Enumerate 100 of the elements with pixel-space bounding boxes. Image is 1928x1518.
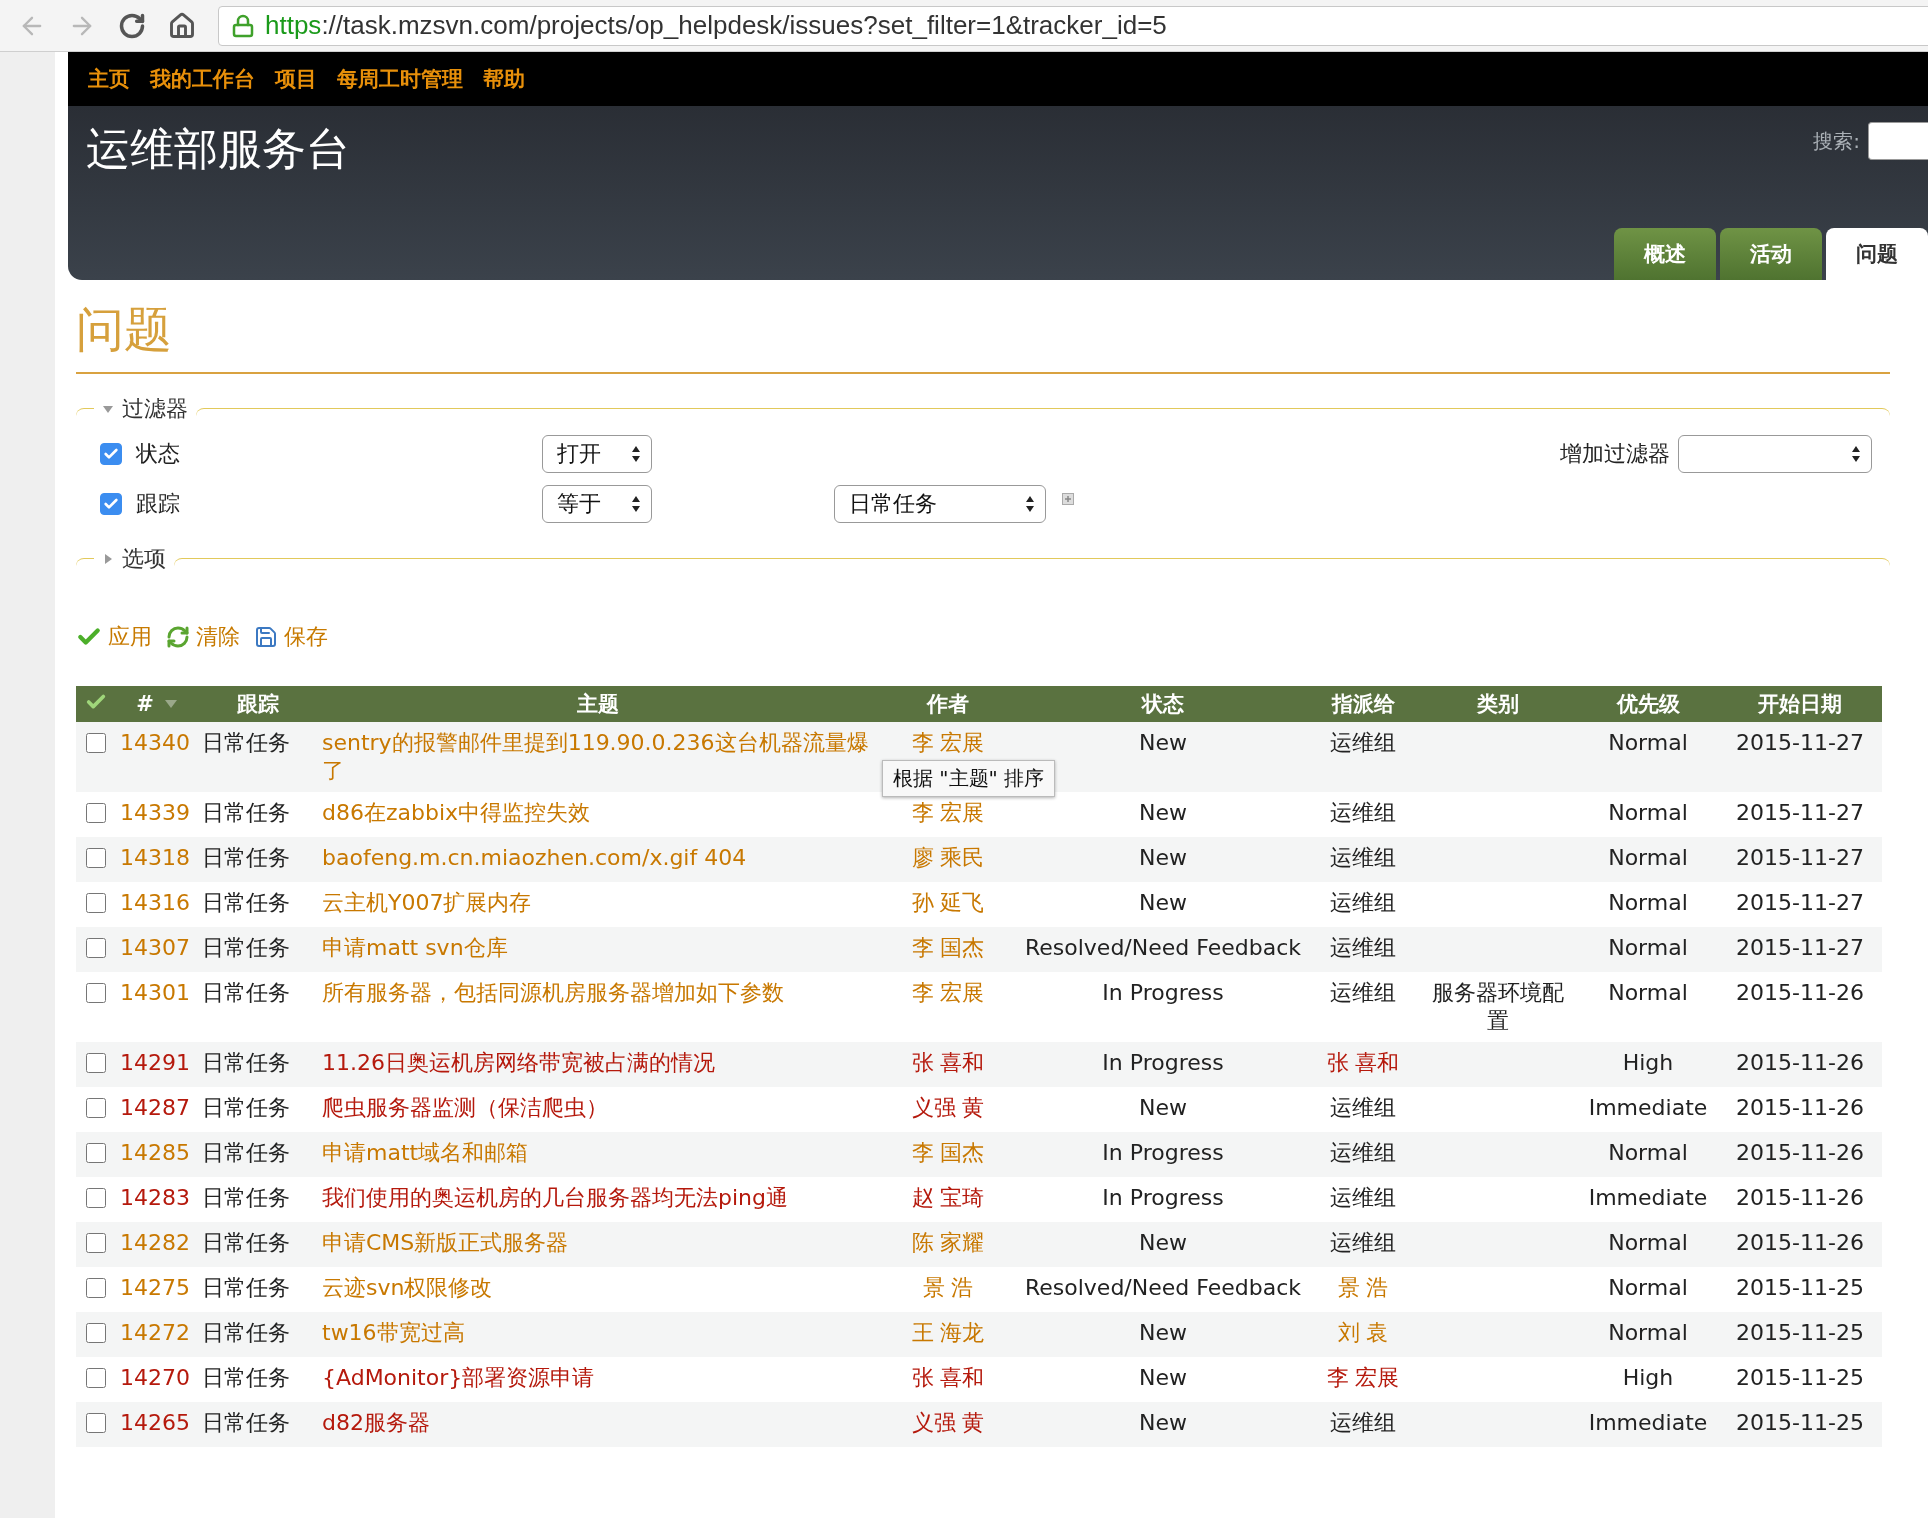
subject-link[interactable]: baofeng.m.cn.miaozhen.com/x.gif 404 — [322, 844, 747, 872]
subject-link[interactable]: 所有服务器，包括同源机房服务器增加如下参数 — [322, 979, 784, 1007]
author-link[interactable]: 景 浩 — [922, 1275, 974, 1300]
subject-link[interactable]: 云主机Y007扩展内存 — [322, 889, 532, 917]
assignee-link[interactable]: 张 喜和 — [1326, 1050, 1400, 1075]
issue-id-link[interactable]: 14265 — [120, 1410, 190, 1435]
row-checkbox[interactable] — [86, 1143, 106, 1163]
top-menu-link[interactable]: 帮助 — [483, 65, 525, 93]
column-header[interactable]: # — [136, 692, 154, 716]
search-field[interactable] — [1868, 122, 1928, 160]
author-link[interactable]: 赵 宝琦 — [911, 1185, 985, 1210]
issue-id-link[interactable]: 14307 — [120, 935, 190, 960]
row-checkbox[interactable] — [86, 938, 106, 958]
filters-toggle[interactable]: 过滤器 — [102, 394, 188, 424]
subject-link[interactable]: 云迹svn权限修改 — [322, 1274, 493, 1302]
row-checkbox[interactable] — [86, 983, 106, 1003]
subject-link[interactable]: sentry的报警邮件里提到119.90.0.236这台机器流量爆了 — [322, 729, 874, 785]
row-checkbox[interactable] — [86, 1368, 106, 1388]
row-checkbox[interactable] — [86, 1098, 106, 1118]
filter-checkbox[interactable] — [100, 493, 122, 515]
filter-checkbox[interactable] — [100, 443, 122, 465]
issue-id-link[interactable]: 14270 — [120, 1365, 190, 1390]
operator-select[interactable]: 打开 — [542, 435, 652, 473]
row-checkbox[interactable] — [86, 1233, 106, 1253]
subject-link[interactable]: 我们使用的奥运机房的几台服务器均无法ping通 — [322, 1184, 788, 1212]
issue-id-link[interactable]: 14316 — [120, 890, 190, 915]
author-link[interactable]: 李 宏展 — [911, 730, 985, 755]
issue-id-link[interactable]: 14291 — [120, 1050, 190, 1075]
tracker-cell: 日常任务 — [202, 935, 290, 960]
subject-link[interactable]: {AdMonitor}部署资源申请 — [322, 1364, 595, 1392]
assignee-link[interactable]: 刘 袁 — [1337, 1320, 1389, 1345]
row-checkbox[interactable] — [86, 893, 106, 913]
author-link[interactable]: 李 国杰 — [911, 1140, 985, 1165]
row-checkbox[interactable] — [86, 1053, 106, 1073]
address-bar[interactable]: https://task.mzsvn.com/projects/op_helpdesk/issues?set_filter=1&tracker_id=5 — [218, 5, 1928, 46]
start-date-cell: 2015-11-25 — [1736, 1365, 1864, 1390]
tab[interactable]: 概述 — [1614, 228, 1716, 280]
operator-select[interactable]: 等于 — [542, 485, 652, 523]
row-checkbox[interactable] — [86, 803, 106, 823]
author-link[interactable]: 李 宏展 — [911, 980, 985, 1005]
author-link[interactable]: 李 宏展 — [911, 800, 985, 825]
home-icon[interactable] — [168, 11, 196, 40]
value-select[interactable]: 日常任务 — [834, 485, 1046, 523]
column-header[interactable]: 状态 — [1142, 692, 1184, 716]
column-header[interactable]: 类别 — [1477, 692, 1519, 716]
start-date-cell: 2015-11-25 — [1736, 1410, 1864, 1435]
author-link[interactable]: 义强 黄 — [911, 1410, 985, 1435]
issue-id-link[interactable]: 14340 — [120, 730, 190, 755]
issue-id-link[interactable]: 14285 — [120, 1140, 190, 1165]
issue-id-link[interactable]: 14318 — [120, 845, 190, 870]
subject-link[interactable]: 申请matt域名和邮箱 — [322, 1139, 529, 1167]
clear-link[interactable]: 清除 — [166, 622, 240, 652]
tab[interactable]: 活动 — [1720, 228, 1822, 280]
author-link[interactable]: 义强 黄 — [911, 1095, 985, 1120]
add-value-icon[interactable] — [1062, 493, 1074, 505]
row-checkbox[interactable] — [86, 848, 106, 868]
author-link[interactable]: 王 海龙 — [911, 1320, 985, 1345]
row-checkbox[interactable] — [86, 1323, 106, 1343]
column-header[interactable]: 作者 — [927, 692, 969, 716]
priority-cell: Normal — [1608, 845, 1688, 870]
subject-link[interactable]: 11.26日奥运机房网络带宽被占满的情况 — [322, 1049, 715, 1077]
assignee-link[interactable]: 景 浩 — [1337, 1275, 1389, 1300]
author-link[interactable]: 孙 延飞 — [911, 890, 985, 915]
top-menu-link[interactable]: 主页 — [88, 65, 130, 93]
issue-id-link[interactable]: 14272 — [120, 1320, 190, 1345]
row-checkbox[interactable] — [86, 1278, 106, 1298]
issue-id-link[interactable]: 14275 — [120, 1275, 190, 1300]
issue-id-link[interactable]: 14282 — [120, 1230, 190, 1255]
issue-id-link[interactable]: 14283 — [120, 1185, 190, 1210]
author-link[interactable]: 张 喜和 — [911, 1050, 985, 1075]
reload-icon[interactable] — [118, 11, 146, 40]
row-checkbox[interactable] — [86, 1188, 106, 1208]
top-menu-link[interactable]: 项目 — [275, 65, 317, 93]
issue-id-link[interactable]: 14339 — [120, 800, 190, 825]
subject-link[interactable]: 爬虫服务器监测（保洁爬虫） — [322, 1094, 608, 1122]
save-link[interactable]: 保存 — [254, 622, 328, 652]
options-toggle[interactable]: 选项 — [102, 544, 166, 574]
assignee-link[interactable]: 李 宏展 — [1326, 1365, 1400, 1390]
apply-link[interactable]: 应用 — [76, 622, 152, 652]
start-date-cell: 2015-11-25 — [1736, 1275, 1864, 1300]
assignee-cell: 运维组 — [1330, 935, 1396, 960]
subject-link[interactable]: 申请matt svn仓库 — [322, 934, 508, 962]
tab[interactable]: 问题 — [1826, 228, 1928, 280]
row-checkbox[interactable] — [86, 1413, 106, 1433]
subject-link[interactable]: d86在zabbix中得监控失效 — [322, 799, 591, 827]
column-header[interactable]: 主题 — [577, 692, 619, 716]
start-date-cell: 2015-11-26 — [1736, 1230, 1864, 1255]
author-link[interactable]: 廖 乘民 — [911, 845, 985, 870]
author-link[interactable]: 陈 家耀 — [911, 1230, 985, 1255]
subject-link[interactable]: tw16带宽过高 — [322, 1319, 465, 1347]
subject-link[interactable]: d82服务器 — [322, 1409, 430, 1437]
issue-id-link[interactable]: 14301 — [120, 980, 190, 1005]
subject-link[interactable]: 申请CMS新版正式服务器 — [322, 1229, 569, 1257]
row-checkbox[interactable] — [86, 733, 106, 753]
top-menu-link[interactable]: 每周工时管理 — [337, 65, 463, 93]
author-link[interactable]: 李 国杰 — [911, 935, 985, 960]
issue-id-link[interactable]: 14287 — [120, 1095, 190, 1120]
author-link[interactable]: 张 喜和 — [911, 1365, 985, 1390]
top-menu-link[interactable]: 我的工作台 — [150, 65, 255, 93]
add-filter-select[interactable] — [1678, 435, 1872, 473]
